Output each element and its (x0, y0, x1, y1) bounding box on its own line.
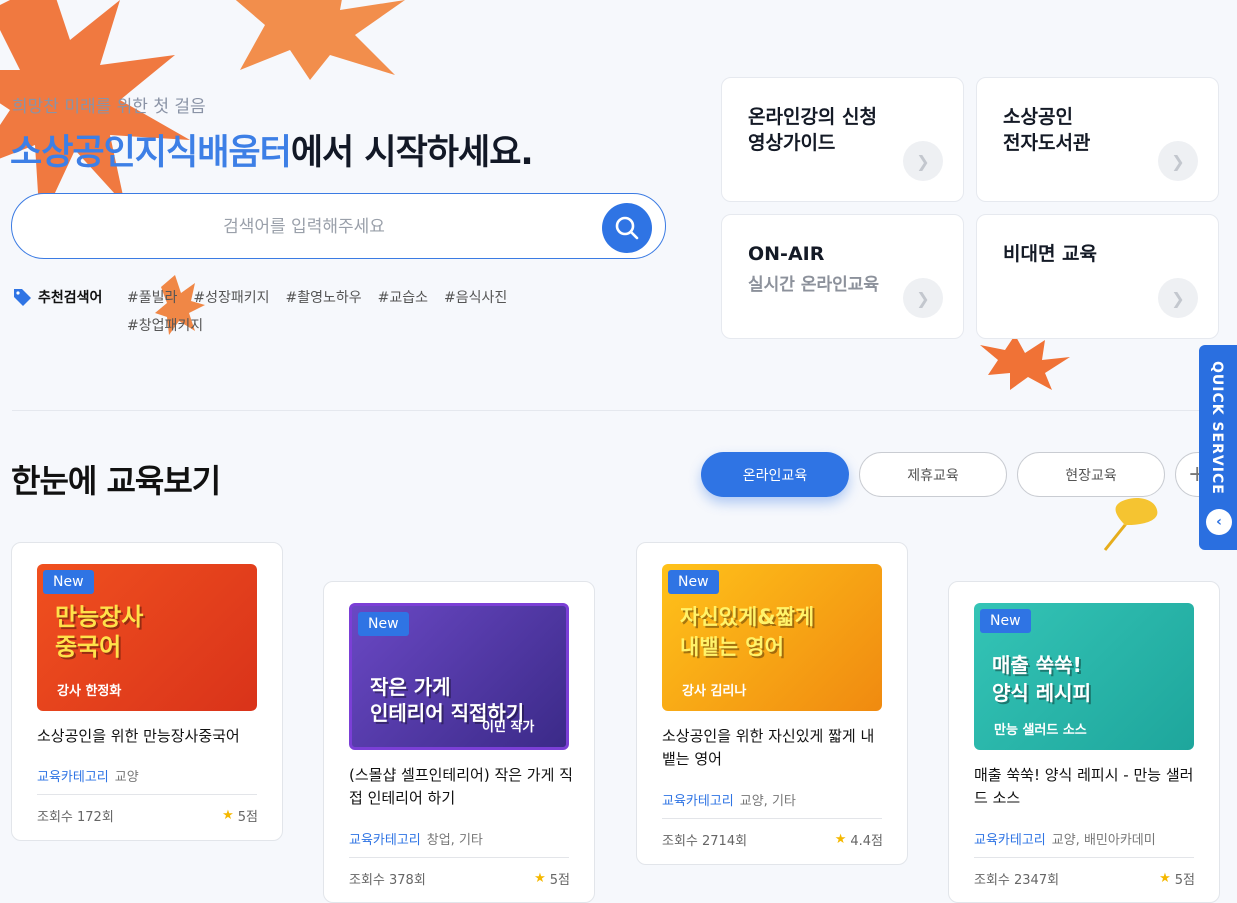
rating: ★ 5점 (534, 869, 570, 888)
quick-card-non-face-to-face[interactable]: 비대면 교육 ❯ (976, 214, 1219, 339)
search-icon (615, 216, 639, 240)
new-badge: New (668, 570, 719, 594)
thumbnail-title: 자신있게&짧게 내뱉는 영어 (680, 605, 815, 659)
hero-title-rest: 에서 시작하세요. (290, 133, 534, 173)
education-card[interactable]: New 만능장사 중국어 강사 한정화 소상공인을 위한 만능장사중국어 교육카… (11, 542, 283, 841)
category-label: 교육카테고리 (37, 770, 109, 785)
view-count: 조회수 172회 (37, 810, 114, 825)
card-divider (662, 818, 882, 819)
thumbnail-subtitle: 이민 작가 (482, 720, 535, 735)
new-badge: New (980, 609, 1031, 633)
rating-value: 5점 (1174, 873, 1195, 888)
search-bar (11, 193, 666, 260)
card-divider (349, 857, 569, 858)
tab-onsite[interactable]: 현장교육 (1017, 452, 1165, 497)
card-category: 교육카테고리 교양, 기타 (662, 790, 796, 809)
hero-title-accent: 소상공인지식배움터 (10, 133, 292, 173)
rating: ★ 4.4점 (835, 830, 883, 849)
quick-card-title: 온라인강의 신청 영상가이드 (748, 106, 877, 154)
card-title[interactable]: 매출 쑥쑥! 양식 레피시 - 만능 샐러드 소스 (974, 764, 1199, 810)
tag-link[interactable]: #촬영노하우 (286, 287, 362, 307)
card-title[interactable]: 소상공인을 위한 만능장사중국어 (37, 725, 262, 748)
quick-card-subtitle: 실시간 온라인교육 (748, 275, 880, 295)
card-divider (974, 857, 1194, 858)
search-input[interactable] (42, 194, 566, 260)
category-value: 교양 (114, 770, 139, 785)
view-count: 조회수 2347회 (974, 873, 1060, 888)
star-icon: ★ (1159, 871, 1171, 886)
quick-card-title: ON-AIR (748, 243, 825, 265)
quick-card-on-air[interactable]: ON-AIR 실시간 온라인교육 ❯ (721, 214, 964, 339)
tag-icon (14, 289, 31, 306)
thumbnail-subtitle: 만능 샐러드 소스 (994, 723, 1087, 738)
hero-title: 소상공인지식배움터에서 시작하세요. (10, 124, 534, 175)
card-thumbnail: New 자신있게&짧게 내뱉는 영어 강사 김리나 (662, 564, 882, 711)
education-card[interactable]: New 작은 가게 인테리어 직접하기 이민 작가 (스몰샵 셀프인테리어) 작… (323, 581, 595, 903)
rating-value: 4.4점 (850, 834, 883, 849)
rating: ★ 5점 (1159, 869, 1195, 888)
thumbnail-subtitle: 강사 한정화 (57, 684, 122, 699)
star-icon: ★ (534, 871, 546, 886)
rating-value: 5점 (549, 873, 570, 888)
card-category: 교육카테고리 교양, 배민아카데미 (974, 829, 1156, 848)
chevron-right-icon[interactable]: ❯ (1158, 278, 1198, 318)
category-label: 교육카테고리 (662, 794, 734, 809)
category-label: 교육카테고리 (349, 833, 421, 848)
tag-link[interactable]: #풀빌라 (127, 287, 177, 307)
category-value: 교양, 배민아카데미 (1051, 833, 1156, 848)
tag-link[interactable]: #음식사진 (444, 287, 507, 307)
search-button[interactable] (602, 203, 652, 253)
section-divider (12, 410, 1222, 411)
quick-card-title: 소상공인 전자도서관 (1003, 106, 1091, 154)
view-count: 조회수 2714회 (662, 834, 748, 849)
tag-link[interactable]: #교습소 (378, 287, 428, 307)
maple-leaf-decoration (980, 335, 1070, 390)
view-count: 조회수 378회 (349, 873, 426, 888)
education-card[interactable]: New 매출 쑥쑥! 양식 레시피 만능 샐러드 소스 매출 쑥쑥! 양식 레피… (948, 581, 1220, 903)
tag-link[interactable]: #성장패키지 (193, 287, 269, 307)
education-card[interactable]: New 자신있게&짧게 내뱉는 영어 강사 김리나 소상공인을 위한 자신있게 … (636, 542, 908, 865)
new-badge: New (43, 570, 94, 594)
quick-card-video-guide[interactable]: 온라인강의 신청 영상가이드 ❯ (721, 77, 964, 202)
thumbnail-title: 매출 쑥쑥! 양식 레시피 (992, 653, 1091, 705)
star-icon: ★ (834, 832, 847, 847)
thumbnail-title: 만능장사 중국어 (55, 603, 144, 661)
card-category: 교육카테고리 교양 (37, 766, 139, 785)
tag-list: #풀빌라 #성장패키지 #촬영노하우 #교습소 #음식사진 #창업패키지 (127, 287, 597, 335)
tab-online[interactable]: 온라인교육 (701, 452, 849, 497)
hero-subtitle: 희망찬 미래를 위한 첫 걸음 (12, 97, 206, 117)
star-icon: ★ (222, 808, 234, 823)
card-thumbnail: New 작은 가게 인테리어 직접하기 이민 작가 (349, 603, 569, 750)
tab-partner[interactable]: 제휴교육 (859, 452, 1007, 497)
card-title[interactable]: (스몰샵 셀프인테리어) 작은 가게 직접 인테리어 하기 (349, 764, 574, 810)
thumbnail-subtitle: 강사 김리나 (682, 684, 747, 699)
chevron-right-icon[interactable]: ❯ (1158, 141, 1198, 181)
recommended-label-text: 추천검색어 (38, 290, 103, 306)
card-thumbnail: New 만능장사 중국어 강사 한정화 (37, 564, 257, 711)
chevron-left-icon[interactable]: ‹ (1206, 509, 1232, 535)
quick-card-e-library[interactable]: 소상공인 전자도서관 ❯ (976, 77, 1219, 202)
card-category: 교육카테고리 창업, 기타 (349, 829, 483, 848)
new-badge: New (358, 612, 409, 636)
category-label: 교육카테고리 (974, 833, 1046, 848)
card-title[interactable]: 소상공인을 위한 자신있게 짧게 내뱉는 영어 (662, 725, 887, 771)
rating: ★ 5점 (222, 806, 258, 825)
chevron-right-icon[interactable]: ❯ (903, 278, 943, 318)
tag-link[interactable]: #창업패키지 (127, 315, 203, 335)
rating-value: 5점 (237, 810, 258, 825)
quick-card-title: 비대면 교육 (1003, 243, 1098, 265)
card-thumbnail: New 매출 쑥쑥! 양식 레시피 만능 샐러드 소스 (974, 603, 1194, 750)
category-value: 창업, 기타 (426, 833, 483, 848)
quick-service-panel[interactable]: QUICK SERVICE ‹ (1199, 345, 1237, 550)
card-divider (37, 794, 257, 795)
category-value: 교양, 기타 (739, 794, 796, 809)
chevron-right-icon[interactable]: ❯ (903, 141, 943, 181)
section-title: 한눈에 교육보기 (11, 462, 221, 500)
ginkgo-leaf-decoration (1103, 498, 1158, 551)
maple-leaf-decoration (235, 0, 405, 80)
recommended-label: 추천검색어 (12, 287, 102, 307)
quick-service-label: QUICK SERVICE (1209, 361, 1225, 495)
